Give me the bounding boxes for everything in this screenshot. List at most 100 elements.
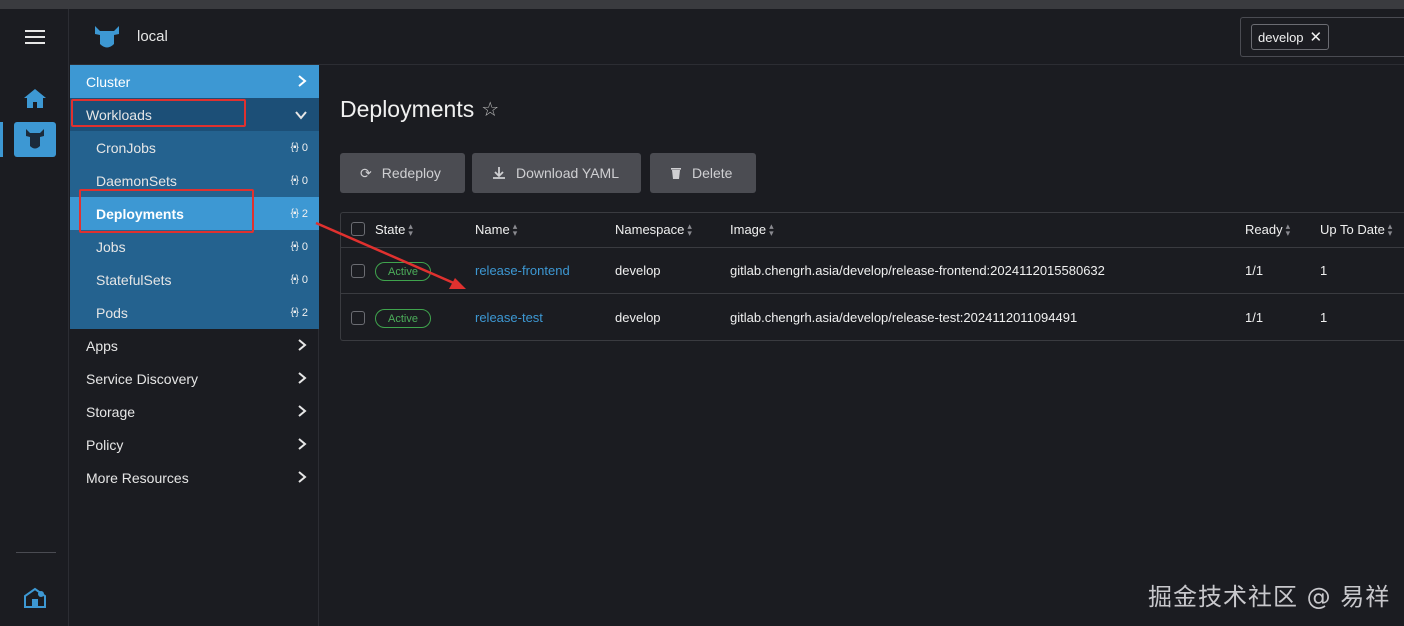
ready-cell: 1/1 — [1245, 263, 1264, 278]
delete-label: Delete — [692, 165, 733, 181]
nav-group-label: Service Discovery — [86, 370, 199, 387]
home-icon[interactable] — [23, 87, 47, 109]
resource-count: {▪} 0 — [291, 241, 308, 253]
watermark: 掘金技术社区 @ 易祥 — [1148, 583, 1391, 611]
nav-group-service-discovery[interactable]: Service Discovery — [70, 362, 319, 395]
nav-cluster-label: Cluster — [86, 73, 131, 90]
nav-group-label: Storage — [86, 403, 136, 420]
refresh-icon: ⟳ — [360, 164, 372, 181]
namespace-cell: develop — [615, 310, 661, 325]
chevron-right-icon — [298, 75, 307, 87]
trash-icon — [671, 167, 681, 179]
namespace-chip[interactable]: develop ✕ — [1251, 24, 1330, 50]
image-cell: gitlab.chengrh.asia/develop/release-test… — [730, 310, 1078, 325]
nav-item-statefulsets[interactable]: StatefulSets {▪} 0 — [70, 263, 319, 296]
status-badge: Active — [375, 309, 431, 328]
deployment-name-link[interactable]: release-test — [475, 310, 543, 325]
column-label: Namespace — [615, 222, 685, 237]
nav-item-label: Pods — [96, 304, 128, 321]
status-badge: Active — [375, 262, 431, 281]
namespace-filter[interactable]: develop ✕ — [1240, 17, 1404, 57]
rail-active-indicator — [0, 122, 3, 157]
nav-group-more-resources[interactable]: More Resources — [70, 461, 319, 494]
nav-item-label: DaemonSets — [96, 172, 177, 189]
select-all-checkbox[interactable] — [351, 222, 365, 236]
chevron-right-icon — [298, 471, 307, 483]
chevron-right-icon — [298, 339, 307, 351]
nav-group-policy[interactable]: Policy — [70, 428, 319, 461]
column-label: Ready — [1245, 222, 1283, 237]
chevron-right-icon — [298, 372, 307, 384]
resource-count: {▪} 2 — [291, 307, 308, 319]
column-header-name[interactable]: Name ▴ ▾ — [475, 220, 518, 238]
column-header-image[interactable]: Image ▴ ▾ — [730, 220, 774, 238]
cluster-name: local — [137, 28, 168, 45]
nav-group-label: Policy — [86, 436, 124, 453]
row-checkbox[interactable] — [351, 264, 365, 278]
left-rail — [0, 9, 69, 626]
up-to-date-cell: 1 — [1320, 310, 1328, 325]
nav-cluster[interactable]: Cluster — [70, 65, 319, 98]
cluster-logo-icon — [95, 26, 119, 48]
resource-icon: {▪} — [290, 175, 299, 186]
resource-icon: {▪} — [290, 142, 299, 153]
column-label: Name — [475, 222, 510, 237]
chevron-down-icon — [295, 111, 307, 120]
nav-item-cronjobs[interactable]: CronJobs {▪} 0 — [70, 131, 319, 164]
redeploy-label: Redeploy — [381, 165, 441, 181]
resource-icon: {▪} — [290, 208, 299, 219]
table-row: Active release-test develop gitlab.cheng… — [341, 295, 1404, 341]
nav-group-label: Apps — [86, 337, 118, 354]
close-icon[interactable]: ✕ — [1310, 30, 1323, 45]
delete-button[interactable]: Delete — [650, 153, 756, 193]
up-to-date-cell: 1 — [1320, 263, 1328, 278]
resource-icon: {▪} — [290, 307, 299, 318]
sort-icon: ▴ ▾ — [1387, 220, 1393, 238]
column-header-up-to-date[interactable]: Up To Date ▴ ▾ — [1320, 220, 1393, 238]
column-label: State — [375, 222, 406, 237]
image-cell: gitlab.chengrh.asia/develop/release-fron… — [730, 263, 1105, 278]
hamburger-icon[interactable] — [25, 30, 45, 46]
resource-count: {▪} 2 — [291, 208, 308, 220]
page-title-text: Deployments — [340, 96, 475, 122]
namespace-chip-label: develop — [1258, 29, 1304, 45]
annotation-box-deployments — [79, 189, 254, 233]
cluster-button[interactable] — [14, 122, 56, 157]
download-yaml-label: Download YAML — [516, 165, 619, 181]
column-header-namespace[interactable]: Namespace ▴ ▾ — [615, 221, 692, 237]
nav-item-jobs[interactable]: Jobs {▪} 0 — [70, 230, 319, 263]
star-icon[interactable]: ☆ — [481, 97, 499, 122]
column-header-ready[interactable]: Ready ▴ ▾ — [1245, 220, 1291, 238]
deployment-name-link[interactable]: release-frontend — [475, 263, 570, 278]
nav-group-apps[interactable]: Apps — [70, 329, 319, 362]
ready-cell: 1/1 — [1245, 310, 1264, 325]
redeploy-button[interactable]: ⟳ Redeploy — [340, 153, 465, 193]
extensions-icon[interactable] — [23, 587, 47, 609]
side-nav: Cluster Workloads CronJobs {▪} 0 DaemonSe… — [70, 65, 319, 626]
sort-icon: ▴ ▾ — [512, 220, 518, 238]
count-value: 0 — [301, 240, 308, 253]
row-checkbox[interactable] — [351, 311, 365, 325]
sort-icon: ▴ ▾ — [408, 220, 413, 238]
nav-item-pods[interactable]: Pods {▪} 2 — [70, 296, 319, 329]
sort-icon: ▴ ▾ — [1285, 220, 1291, 238]
table-row: Active release-frontend develop gitlab.c… — [341, 248, 1404, 294]
download-yaml-button[interactable]: Download YAML — [472, 153, 641, 193]
nav-group-storage[interactable]: Storage — [70, 395, 319, 428]
chevron-right-icon — [298, 438, 307, 450]
sort-icon: ▴ ▾ — [769, 220, 774, 238]
resource-count: {▪} 0 — [291, 175, 308, 187]
count-value: 0 — [301, 273, 308, 286]
column-header-state[interactable]: State ▴ ▾ — [375, 220, 413, 238]
nav-item-label: StatefulSets — [96, 271, 172, 288]
top-strip — [0, 0, 1404, 9]
download-icon — [493, 167, 505, 179]
rail-divider — [16, 552, 56, 553]
nav-group-label: More Resources — [86, 469, 189, 486]
resource-count: {▪} 0 — [291, 142, 308, 154]
count-value: 0 — [301, 141, 308, 154]
resource-icon: {▪} — [290, 241, 299, 252]
top-header: local develop ✕ — [70, 9, 1404, 65]
resource-icon: {▪} — [290, 274, 299, 285]
cluster-icon — [26, 129, 44, 149]
